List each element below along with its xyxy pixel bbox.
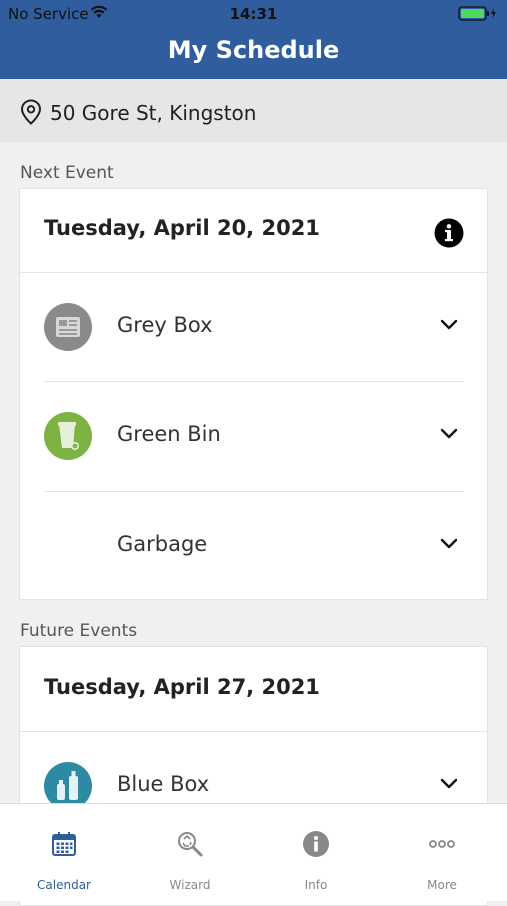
event-date: Tuesday, April 20, 2021 bbox=[44, 216, 320, 240]
green-bin-icon bbox=[44, 412, 92, 460]
list-item-green-bin[interactable]: Green Bin bbox=[20, 382, 487, 490]
chevron-down-icon[interactable] bbox=[440, 538, 458, 550]
item-label: Green Bin bbox=[117, 422, 221, 446]
address-bar[interactable]: 50 Gore St, Kingston bbox=[0, 79, 507, 142]
item-label: Blue Box bbox=[117, 772, 210, 796]
tab-label: Calendar bbox=[37, 878, 91, 892]
page-title: My Schedule bbox=[167, 36, 340, 64]
grey-box-icon bbox=[44, 303, 92, 351]
more-dots-icon bbox=[429, 840, 455, 848]
header: My Schedule bbox=[0, 28, 507, 79]
tab-wizard[interactable]: Wizard bbox=[127, 804, 253, 901]
chevron-down-icon[interactable] bbox=[440, 428, 458, 440]
future-events-label: Future Events bbox=[20, 621, 138, 641]
tab-info[interactable]: Info bbox=[253, 804, 379, 901]
event-date: Tuesday, April 27, 2021 bbox=[44, 675, 320, 699]
status-time: 14:31 bbox=[229, 5, 278, 23]
recycle-search-icon bbox=[178, 832, 203, 857]
status-bar: No Service 14:31 bbox=[0, 0, 507, 28]
item-label: Grey Box bbox=[117, 313, 213, 337]
tab-bar: Calendar Wizard Info More bbox=[0, 803, 507, 901]
next-event-card: Tuesday, April 20, 2021 Grey Box Green B… bbox=[19, 188, 488, 600]
battery-icon bbox=[458, 6, 496, 21]
map-pin-icon bbox=[20, 99, 42, 125]
info-icon bbox=[303, 831, 329, 857]
item-label: Garbage bbox=[117, 532, 208, 556]
address-text: 50 Gore St, Kingston bbox=[50, 101, 257, 125]
info-icon[interactable] bbox=[434, 218, 464, 248]
chevron-down-icon[interactable] bbox=[440, 319, 458, 331]
tab-label: Info bbox=[304, 878, 328, 892]
next-event-label: Next Event bbox=[20, 163, 114, 183]
chevron-down-icon[interactable] bbox=[440, 778, 458, 790]
list-item-garbage[interactable]: Garbage bbox=[20, 492, 487, 600]
list-item-grey-box[interactable]: Grey Box bbox=[20, 273, 487, 381]
calendar-icon bbox=[52, 832, 76, 856]
tab-label: More bbox=[427, 878, 457, 892]
tab-more[interactable]: More bbox=[379, 804, 505, 901]
tab-label: Wizard bbox=[169, 878, 211, 892]
tab-calendar[interactable]: Calendar bbox=[1, 804, 127, 901]
